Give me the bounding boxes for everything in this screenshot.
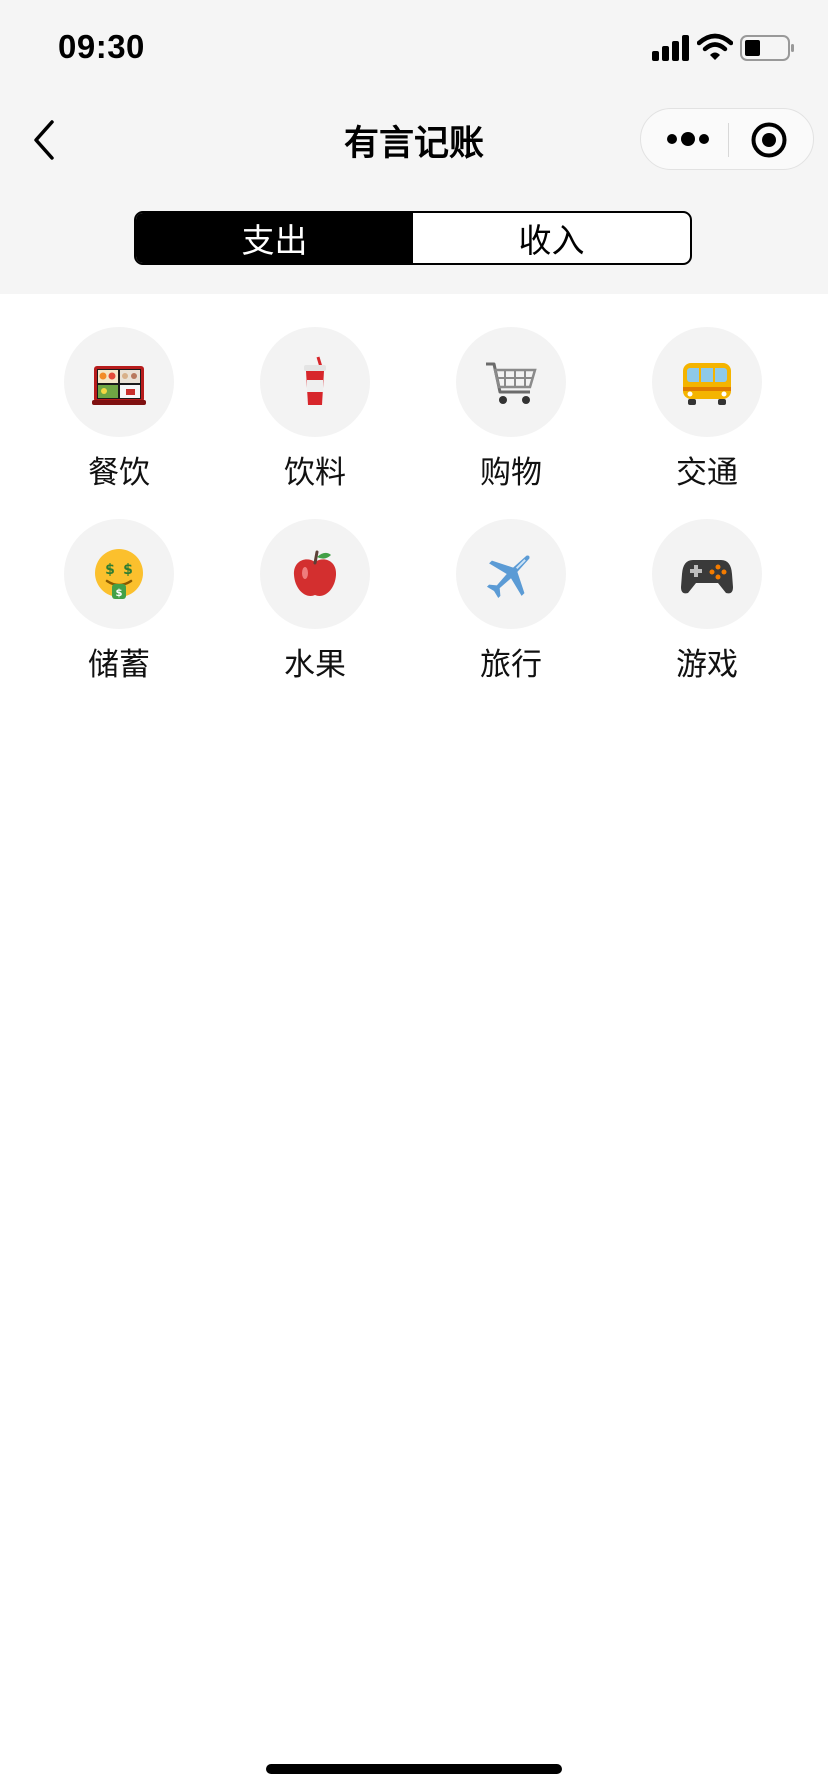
category-icon-circle <box>64 327 174 437</box>
capsule-divider <box>728 123 729 157</box>
battery-icon <box>740 35 794 61</box>
category-dining[interactable]: 餐饮 <box>39 327 199 492</box>
category-label: 游戏 <box>676 647 738 683</box>
shopping-cart-icon <box>486 362 537 404</box>
category-fruit[interactable]: 水果 <box>235 519 395 684</box>
home-indicator[interactable] <box>266 1764 562 1774</box>
cellular-signal-icon <box>652 35 692 61</box>
record-icon[interactable] <box>750 121 788 159</box>
category-icon-circle <box>260 519 370 629</box>
category-label: 餐饮 <box>88 455 150 491</box>
more-icon[interactable] <box>665 123 711 155</box>
tab-income[interactable]: 收入 <box>413 213 690 263</box>
category-icon-circle: $ $ $ <box>64 519 174 629</box>
category-travel[interactable]: 旅行 <box>431 519 591 684</box>
category-savings[interactable]: $ $ $ 储蓄 <box>39 519 199 684</box>
category-icon-circle <box>652 519 762 629</box>
category-shopping[interactable]: 购物 <box>431 327 591 492</box>
mini-program-capsule <box>640 108 814 170</box>
status-time: 09:30 <box>58 28 145 65</box>
category-icon-circle <box>260 327 370 437</box>
category-label: 储蓄 <box>88 647 150 683</box>
category-icon-circle <box>456 327 566 437</box>
tab-expense[interactable]: 支出 <box>136 213 413 263</box>
header-area: 09:30 有言记账 支出 收入 <box>0 0 828 294</box>
category-icon-circle <box>652 327 762 437</box>
svg-text:$: $ <box>116 588 123 599</box>
category-drinks[interactable]: 饮料 <box>235 327 395 492</box>
drink-cup-icon <box>304 356 326 405</box>
bento-icon <box>92 366 146 405</box>
svg-text:$: $ <box>105 562 115 578</box>
svg-text:$: $ <box>123 562 133 578</box>
category-label: 购物 <box>480 455 542 491</box>
gamepad-icon <box>681 560 733 594</box>
category-label: 饮料 <box>284 455 346 491</box>
money-face-icon: $ $ $ <box>95 549 143 599</box>
wifi-icon <box>697 33 733 60</box>
type-segmented-control: 支出 收入 <box>134 211 692 265</box>
category-games[interactable]: 游戏 <box>627 519 787 684</box>
category-transport[interactable]: 交通 <box>627 327 787 492</box>
bus-icon <box>683 363 731 405</box>
category-label: 旅行 <box>480 647 542 683</box>
category-label: 交通 <box>676 455 738 491</box>
category-label: 水果 <box>284 647 346 683</box>
airplane-icon <box>486 555 530 599</box>
category-icon-circle <box>456 519 566 629</box>
apple-icon <box>293 550 337 596</box>
